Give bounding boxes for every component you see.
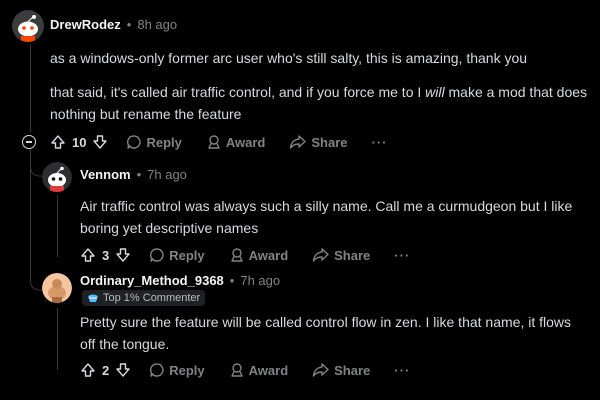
reply-button[interactable]: Reply bbox=[149, 247, 205, 263]
collapse-thread-button[interactable] bbox=[22, 135, 36, 149]
comment-paragraph: that said, it's called air traffic contr… bbox=[50, 84, 588, 122]
downvote-icon[interactable] bbox=[115, 362, 131, 378]
more-icon: ··· bbox=[394, 247, 411, 263]
share-button[interactable]: Share bbox=[289, 134, 348, 150]
avatar[interactable] bbox=[12, 10, 44, 42]
award-label: Award bbox=[248, 247, 289, 263]
more-options-button[interactable]: ··· bbox=[394, 363, 410, 378]
award-label: Award bbox=[225, 134, 266, 150]
share-icon bbox=[312, 363, 329, 377]
badge-label: Top 1% Commenter bbox=[103, 292, 201, 304]
award-button[interactable]: Award bbox=[229, 362, 289, 378]
thread-line-vennom bbox=[57, 195, 58, 257]
share-label: Share bbox=[311, 134, 348, 150]
upvote-icon[interactable] bbox=[80, 247, 96, 263]
thread-line-main bbox=[30, 44, 31, 132]
comment-body: Pretty sure the feature will be called c… bbox=[80, 311, 590, 355]
award-button[interactable]: Award bbox=[206, 134, 266, 150]
top-commenter-icon bbox=[88, 294, 98, 302]
upvote-icon[interactable] bbox=[50, 134, 66, 150]
comment-paragraph: Pretty sure the feature will be called c… bbox=[80, 314, 572, 352]
snoo-avatar-icon bbox=[42, 162, 72, 192]
emphasis-text: will bbox=[425, 84, 445, 100]
username[interactable]: DrewRodez bbox=[50, 17, 121, 32]
more-options-button[interactable]: ··· bbox=[372, 135, 388, 150]
vote-count: 2 bbox=[102, 362, 110, 378]
comment-body: as a windows-only former arc user who's … bbox=[50, 47, 600, 125]
vote-count: 10 bbox=[72, 134, 87, 150]
upvote-icon[interactable] bbox=[80, 362, 96, 378]
action-bar: 10 Reply Award Share ··· bbox=[50, 133, 388, 151]
comment-bubble-icon bbox=[150, 363, 164, 377]
award-icon bbox=[208, 135, 220, 149]
award-icon bbox=[230, 248, 243, 262]
vote-group: 10 bbox=[50, 134, 108, 150]
more-options-button[interactable]: ··· bbox=[394, 248, 410, 263]
snoo-avatar-icon bbox=[12, 10, 44, 42]
reply-label: Reply bbox=[169, 362, 205, 378]
vote-group: 3 bbox=[80, 247, 131, 263]
downvote-icon[interactable] bbox=[115, 247, 131, 263]
reply-button[interactable]: Reply bbox=[149, 362, 205, 378]
share-icon bbox=[290, 135, 307, 149]
comment-meta: Vennom • 7h ago bbox=[80, 167, 187, 182]
vote-group: 2 bbox=[80, 362, 131, 378]
comment-meta: Ordinary_Method_9368 • 7h ago bbox=[80, 273, 280, 288]
award-button[interactable]: Award bbox=[229, 247, 289, 263]
share-label: Share bbox=[334, 362, 371, 378]
comment-body: Air traffic control was always such a si… bbox=[80, 195, 590, 239]
vote-count: 3 bbox=[102, 247, 110, 263]
share-button[interactable]: Share bbox=[312, 247, 370, 263]
timestamp[interactable]: 7h ago bbox=[147, 167, 187, 182]
share-label: Share bbox=[334, 247, 371, 263]
top-commenter-badge[interactable]: Top 1% Commenter bbox=[82, 290, 206, 306]
comment-bubble-icon bbox=[150, 248, 164, 262]
comment-bubble-icon bbox=[127, 135, 142, 149]
user-avatar-icon bbox=[42, 273, 72, 303]
award-label: Award bbox=[248, 362, 289, 378]
comment-meta: DrewRodez • 8h ago bbox=[50, 17, 177, 32]
downvote-icon[interactable] bbox=[92, 134, 108, 150]
timestamp[interactable]: 8h ago bbox=[137, 17, 177, 32]
share-icon bbox=[312, 248, 329, 262]
avatar[interactable] bbox=[42, 162, 72, 192]
reply-label: Reply bbox=[169, 247, 205, 263]
comment-paragraph: Air traffic control was always such a si… bbox=[80, 198, 573, 236]
username[interactable]: Vennom bbox=[80, 167, 131, 182]
thread-line-ordinary bbox=[57, 308, 58, 370]
avatar[interactable] bbox=[42, 273, 72, 303]
action-bar: 3 Reply Award Share ··· bbox=[80, 246, 410, 264]
award-icon bbox=[230, 363, 243, 377]
separator: • bbox=[126, 17, 132, 32]
username[interactable]: Ordinary_Method_9368 bbox=[80, 273, 224, 288]
separator: • bbox=[229, 273, 235, 288]
comment-paragraph: as a windows-only former arc user who's … bbox=[50, 50, 528, 66]
share-button[interactable]: Share bbox=[312, 362, 370, 378]
more-icon: ··· bbox=[371, 134, 388, 150]
more-icon: ··· bbox=[394, 362, 411, 378]
reply-label: Reply bbox=[146, 134, 182, 150]
separator: • bbox=[136, 167, 142, 182]
action-bar: 2 Reply Award Share ··· bbox=[80, 361, 410, 379]
reply-button[interactable]: Reply bbox=[126, 134, 182, 150]
timestamp[interactable]: 7h ago bbox=[240, 273, 280, 288]
